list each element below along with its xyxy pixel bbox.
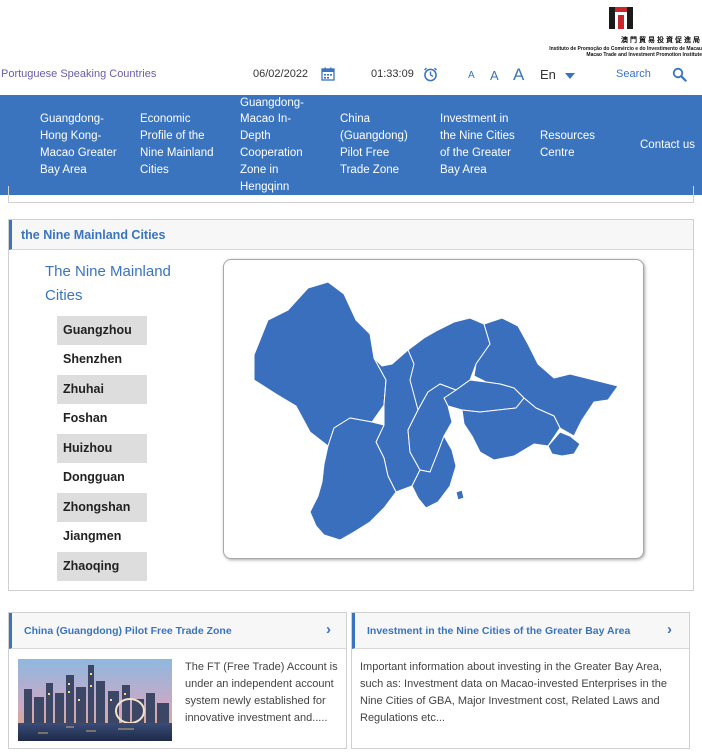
card-investment-nine-cities: Investment in the Nine Cities of the Gre… [351, 612, 690, 749]
nav-item-resources-centre[interactable]: Resources Centre [540, 95, 604, 195]
city-item-shenzhen[interactable]: Shenzhen [57, 345, 147, 374]
city-item-zhongshan[interactable]: Zhongshan [57, 493, 147, 522]
section-header: the Nine Mainland Cities [9, 220, 693, 250]
card-title[interactable]: Investment in the Nine Cities of the Gre… [367, 625, 630, 637]
nav-item-hengqin-cooperation-zone[interactable]: Guangdong-Macao In-Depth Cooperation Zon… [240, 95, 310, 195]
gba-map [253, 281, 619, 541]
card-description: Important information about investing in… [360, 661, 667, 724]
font-size-large-button[interactable]: A [513, 65, 524, 85]
empty-panel [8, 186, 694, 203]
nav-item-label: Guangdong-Hong Kong-Macao Greater Bay Ar… [40, 113, 117, 176]
nav-item-pilot-free-trade-zone[interactable]: China (Guangdong) Pilot Free Trade Zone [340, 95, 414, 195]
nav-item-label: Investment in the Nine Cities of the Gre… [440, 113, 515, 176]
nav-item-label: China (Guangdong) Pilot Free Trade Zone [340, 113, 408, 176]
city-item-jiangmen[interactable]: Jiangmen [57, 522, 147, 551]
clock-icon [424, 67, 437, 82]
logo-english-name: Macao Trade and Investment Promotion Ins… [586, 52, 702, 58]
top-bar: Portuguese Speaking Countries 06/02/2022… [0, 62, 702, 90]
nav-item-investment-nine-cities[interactable]: Investment in the Nine Cities of the Gre… [440, 95, 524, 195]
card-description: The FT (Free Trade) Account is under an … [185, 661, 338, 724]
card-header[interactable]: Investment in the Nine Cities of the Gre… [352, 613, 689, 649]
card-title[interactable]: China (Guangdong) Pilot Free Trade Zone [24, 625, 232, 637]
logo-chinese-name: 澳門貿易投資促進局 [621, 37, 702, 44]
nav-item-contact-us[interactable]: Contact us [640, 95, 702, 195]
search-link[interactable]: Search [616, 68, 651, 80]
section-header-title: the Nine Mainland Cities [21, 228, 166, 242]
map-region-macao[interactable] [455, 489, 465, 501]
calendar-icon [321, 67, 335, 81]
city-item-foshan[interactable]: Foshan [57, 404, 147, 433]
ipim-logo-icon [609, 7, 633, 29]
font-size-small-button[interactable]: A [468, 70, 475, 81]
chevron-right-icon[interactable]: › [667, 621, 672, 638]
nav-item-label: Economic Profile of the Nine Mainland Ci… [140, 113, 214, 176]
current-date: 06/02/2022 [253, 68, 309, 80]
city-skyline-image[interactable] [18, 659, 172, 741]
nav-item-label: Contact us [640, 138, 695, 151]
nav-item-label: Resources Centre [540, 130, 595, 159]
card-pilot-free-trade-zone: China (Guangdong) Pilot Free Trade Zone … [8, 612, 347, 749]
city-item-zhuhai[interactable]: Zhuhai [57, 375, 147, 404]
font-size-medium-button[interactable]: A [490, 68, 499, 83]
nav-item-economic-profile[interactable]: Economic Profile of the Nine Mainland Ci… [140, 95, 222, 195]
city-item-zhaoqing[interactable]: Zhaoqing [57, 552, 147, 581]
nav-item-greater-bay-area[interactable]: Guangdong-Hong Kong-Macao Greater Bay Ar… [40, 95, 122, 195]
nine-cities-section: the Nine Mainland Cities The Nine Mainla… [8, 219, 694, 591]
city-list-title: The Nine Mainland Cities [45, 263, 171, 304]
gba-map-frame [223, 259, 644, 559]
city-item-guangzhou[interactable]: Guangzhou [57, 316, 147, 345]
city-item-huizhou[interactable]: Huizhou [57, 434, 147, 463]
chevron-down-icon[interactable] [565, 73, 575, 79]
city-item-dongguan[interactable]: Dongguan [57, 463, 147, 492]
portuguese-countries-link[interactable]: Portuguese Speaking Countries [1, 68, 156, 80]
card-header[interactable]: China (Guangdong) Pilot Free Trade Zone … [9, 613, 346, 649]
language-selector[interactable]: En [540, 67, 556, 82]
chevron-right-icon[interactable]: › [326, 621, 331, 638]
nav-item-label: Guangdong-Macao In-Depth Cooperation Zon… [240, 96, 304, 193]
search-icon[interactable] [672, 67, 687, 82]
main-navigation: Guangdong-Hong Kong-Macao Greater Bay Ar… [0, 95, 702, 195]
current-time: 01:33:09 [371, 68, 414, 80]
site-logo[interactable]: 澳門貿易投資促進局 Instituto de Promoção do Comér… [534, 4, 702, 58]
